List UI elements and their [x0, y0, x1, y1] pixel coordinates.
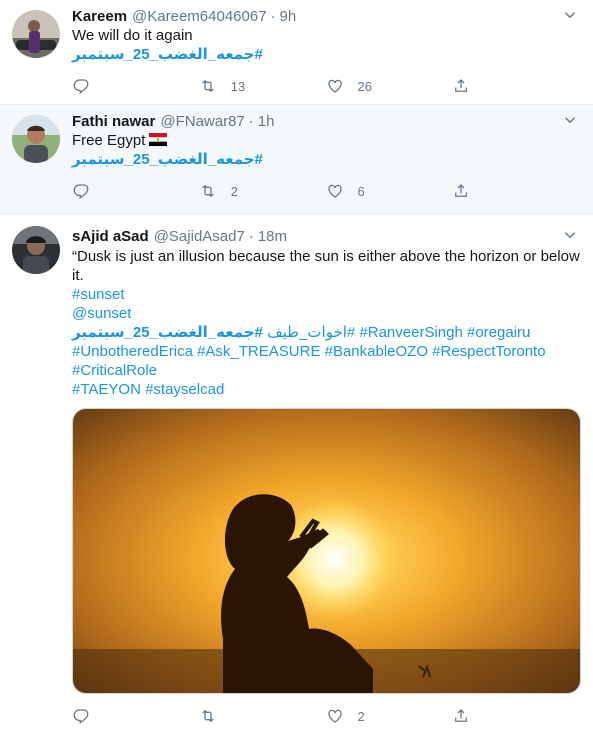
hashtag-link[interactable]: #CriticalRole — [72, 361, 579, 380]
timestamp[interactable]: 18m — [258, 228, 287, 245]
retweet-icon — [202, 709, 214, 723]
avatar[interactable] — [12, 226, 60, 274]
sunset-silhouette-photo — [73, 409, 580, 693]
hashtag-link[interactable]: #UnbotheredErica #Ask_TREASURE #Bankable… — [72, 342, 579, 361]
like-button[interactable]: 2 — [326, 707, 453, 725]
chevron-down-icon[interactable] — [561, 226, 579, 244]
share-button[interactable] — [452, 77, 579, 95]
reply-icon — [73, 184, 89, 200]
reply-icon — [73, 709, 89, 725]
share-icon — [455, 184, 468, 197]
share-button[interactable] — [452, 707, 579, 725]
avatar[interactable] — [12, 10, 60, 58]
heart-icon — [327, 709, 342, 723]
chevron-down-icon[interactable] — [561, 111, 579, 129]
tweet-text: “Dusk is just an illusion because the su… — [72, 247, 580, 285]
retweet-button[interactable] — [199, 707, 326, 725]
tweet-text-line: it. — [72, 267, 84, 284]
mention-link[interactable]: @sunset — [72, 304, 579, 323]
timestamp[interactable]: 1h — [258, 113, 275, 130]
author-name[interactable]: Kareem — [72, 8, 127, 25]
hashtag-link[interactable]: #جمعه_الغضب_25_سبتمبر — [72, 45, 579, 64]
like-count: 26 — [357, 78, 372, 94]
author-handle[interactable]: @Kareem64046067 — [132, 8, 267, 25]
like-button[interactable]: 6 — [326, 182, 453, 200]
author-handle[interactable]: @SajidAsad7 — [154, 228, 245, 245]
like-count: 2 — [357, 708, 365, 724]
like-count: 6 — [357, 183, 365, 199]
reply-button[interactable] — [72, 77, 199, 95]
hashtag-link[interactable]: #TAEYON #stayselcad — [72, 380, 579, 399]
tweet-text: Free Egypt — [72, 131, 579, 150]
hashtag-link[interactable]: #RanveerSingh — [359, 324, 462, 341]
chevron-down-icon[interactable] — [561, 6, 579, 24]
timestamp[interactable]: 9h — [280, 8, 297, 25]
share-icon — [455, 79, 468, 92]
tweet[interactable]: Kareem @Kareem64046067 · 9h We will do i… — [0, 0, 593, 105]
avatar[interactable] — [12, 115, 60, 163]
share-icon — [455, 709, 468, 722]
retweet-count: 2 — [230, 183, 238, 199]
reply-button[interactable] — [72, 182, 199, 200]
egypt-flag-icon — [149, 133, 168, 146]
tweet-actions: 2 6 — [72, 169, 579, 213]
tweet-actions: 13 26 — [72, 64, 579, 108]
tweet[interactable]: Fathi nawar @FNawar87 · 1h Free Egypt #ج… — [0, 105, 593, 214]
hashtag-link[interactable]: #جمعه_الغضب_25_سبتمبر — [72, 150, 579, 169]
hashtag-link[interactable]: #sunset — [72, 285, 579, 304]
tweet-media-photo[interactable] — [72, 408, 581, 694]
hashtag-link[interactable]: #جمعه_الغضب_25_سبتمبر — [72, 324, 263, 341]
reply-icon — [73, 79, 89, 95]
heart-icon — [327, 184, 342, 198]
author-handle[interactable]: @FNawar87 — [160, 113, 244, 130]
separator-dot: · — [270, 7, 276, 25]
separator-dot: · — [248, 112, 254, 130]
like-button[interactable]: 26 — [326, 77, 453, 95]
retweet-button[interactable]: 13 — [199, 77, 326, 95]
hashtag-link[interactable]: #اخوات_طيف — [267, 324, 355, 341]
retweet-count: 13 — [230, 78, 246, 94]
hashtag-line: #جمعه_الغضب_25_سبتمبر #اخوات_طيف #Ranvee… — [72, 323, 579, 342]
retweet-button[interactable]: 2 — [199, 182, 326, 200]
tweet-actions: 2 — [72, 694, 579, 730]
tweet-text-content: Free Egypt — [72, 132, 146, 149]
author-name[interactable]: sAjid aSad — [72, 228, 149, 245]
retweet-icon — [202, 184, 214, 198]
tweet-text: We will do it again — [72, 27, 193, 44]
retweet-icon — [202, 79, 214, 93]
tweet-text-line: “Dusk is just an illusion because the su… — [72, 248, 580, 265]
share-button[interactable] — [452, 182, 579, 200]
author-name[interactable]: Fathi nawar — [72, 113, 155, 130]
reply-button[interactable] — [72, 707, 199, 725]
tweet[interactable]: sAjid aSad @SajidAsad7 · 18m “Dusk is ju… — [0, 214, 593, 730]
heart-icon — [327, 79, 342, 93]
hashtag-link[interactable]: #oregairu — [467, 324, 530, 341]
separator-dot: · — [248, 227, 254, 245]
